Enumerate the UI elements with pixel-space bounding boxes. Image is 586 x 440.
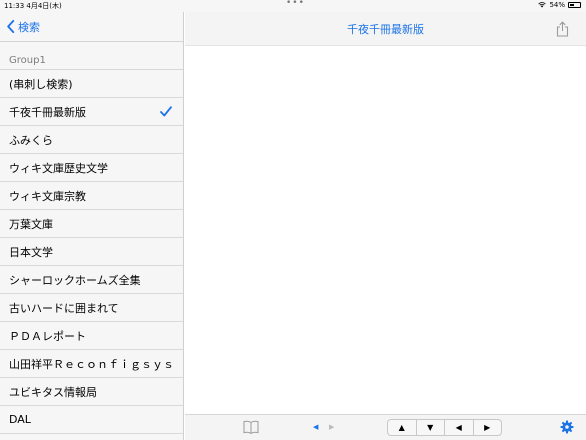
sidebar-nav-bar: 検索: [0, 12, 183, 42]
list-item[interactable]: 古いハードに囲まれて: [0, 294, 183, 322]
sidebar: 検索 Group1 (串刺し検索) 千夜千冊最新版 ふみくらウィキ文庫歴史文学 ウィキ…: [0, 12, 184, 440]
list-item[interactable]: 日本文学: [0, 238, 183, 266]
scroll-down-button[interactable]: ▼: [415, 420, 445, 435]
list-item[interactable]: ウィキ文庫歴史文学: [0, 154, 183, 182]
list-item-label: ＰＤＡレポート: [9, 329, 86, 343]
list-item[interactable]: シャーロックホームズ全集: [0, 266, 183, 294]
entry-nav-segmented-control: ▲ ▼ ◀ ▶: [387, 419, 502, 436]
battery-percent: 54%: [549, 1, 565, 9]
previous-entry-button[interactable]: ◀: [444, 420, 473, 435]
list-item-label: 千夜千冊最新版: [9, 105, 86, 119]
history-back-button[interactable]: ◀: [313, 423, 318, 431]
bottom-toolbar: ◀ ▶ ▲ ▼ ◀ ▶: [185, 414, 586, 440]
list-item[interactable]: ＰＤＡレポート: [0, 322, 183, 350]
share-icon[interactable]: [556, 21, 569, 37]
list-item-label: 万葉文庫: [9, 217, 53, 231]
list-item[interactable]: 山田祥平Ｒｅｃｏｎｆｉｇｓｙｓ: [0, 350, 183, 378]
status-time-date: 11:33 4月4日(木): [4, 2, 62, 10]
scroll-up-button[interactable]: ▲: [388, 420, 416, 435]
list-item-label: 山田祥平Ｒｅｃｏｎｆｉｇｓｙｓ: [9, 357, 174, 371]
history-forward-button[interactable]: ▶: [329, 423, 334, 431]
wifi-icon: [538, 2, 547, 8]
main-nav-bar: 千夜千冊最新版: [185, 12, 586, 46]
list-item-label: ユビキタス情報局: [9, 385, 97, 399]
multitasking-dots[interactable]: •••: [286, 0, 305, 8]
list-item[interactable]: ウィキ文庫宗教: [0, 182, 183, 210]
list-item[interactable]: (串刺し検索): [0, 70, 183, 98]
list-item-label: 日本文学: [9, 245, 53, 259]
gear-icon[interactable]: [560, 420, 574, 434]
status-bar: 11:33 4月4日(木) ••• 54%: [0, 0, 586, 12]
status-right: 54%: [538, 1, 581, 9]
list-item-label: (串刺し検索): [9, 77, 73, 91]
battery-fill: [570, 4, 574, 6]
list-item-label: DAL: [9, 413, 31, 426]
main-panel: 千夜千冊最新版 ◀ ▶ ▲ ▼ ◀ ▶: [185, 12, 586, 440]
book-icon[interactable]: [243, 420, 259, 434]
dictionary-list: (串刺し検索) 千夜千冊最新版 ふみくらウィキ文庫歴史文学 ウィキ文庫宗教 万葉文庫日本…: [0, 69, 183, 434]
list-item-label: 古いハードに囲まれて: [9, 301, 119, 315]
list-item[interactable]: 千夜千冊最新版: [0, 98, 183, 126]
section-header: Group1: [9, 55, 46, 66]
list-item-label: シャーロックホームズ全集: [9, 273, 141, 287]
checkmark-icon: [160, 106, 172, 117]
list-item[interactable]: ユビキタス情報局: [0, 378, 183, 406]
chevron-left-icon: [7, 20, 15, 33]
back-button[interactable]: 検索: [6, 19, 40, 35]
list-item[interactable]: 万葉文庫: [0, 210, 183, 238]
content-area[interactable]: [185, 46, 586, 414]
battery-icon: [568, 2, 581, 8]
list-item[interactable]: DAL: [0, 406, 183, 434]
list-item[interactable]: ふみくら: [0, 126, 183, 154]
next-entry-button[interactable]: ▶: [472, 420, 502, 435]
back-label: 検索: [18, 20, 40, 34]
page-title: 千夜千冊最新版: [347, 22, 424, 36]
list-item-label: ウィキ文庫歴史文学: [9, 161, 108, 175]
list-item-label: ウィキ文庫宗教: [9, 189, 86, 203]
list-item-label: ふみくら: [9, 133, 53, 147]
